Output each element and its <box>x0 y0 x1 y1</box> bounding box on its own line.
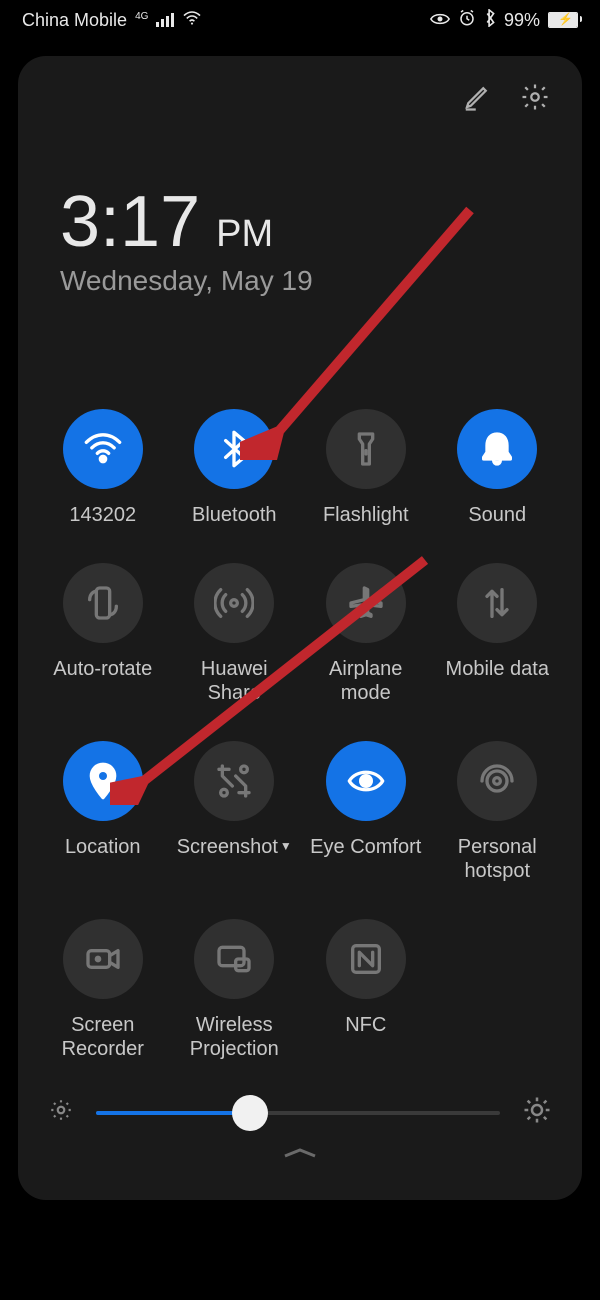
tile-label: NFC <box>345 1013 386 1037</box>
wifi-icon <box>63 409 143 489</box>
ampm-text: PM <box>216 213 273 256</box>
tile-label: Wireless Projection <box>174 1013 296 1061</box>
airplane-icon <box>326 563 406 643</box>
tile-label: Mobile data <box>446 657 549 681</box>
carrier-label: China Mobile <box>22 10 127 31</box>
tile-projection[interactable]: Wireless Projection <box>174 919 296 1061</box>
screenshot-icon <box>194 741 274 821</box>
tile-label: Screenshot▼ <box>177 835 292 859</box>
tile-label: Eye Comfort <box>310 835 421 859</box>
tile-label: Flashlight <box>323 503 409 527</box>
projection-icon <box>194 919 274 999</box>
tile-label: Auto-rotate <box>53 657 152 681</box>
sound-icon <box>457 409 537 489</box>
brightness-slider[interactable] <box>42 1095 558 1130</box>
flashlight-icon <box>326 409 406 489</box>
settings-icon[interactable] <box>520 82 550 117</box>
tile-hotspot[interactable]: Personal hotspot <box>437 741 559 883</box>
tile-sound[interactable]: Sound <box>437 409 559 527</box>
quick-settings-panel: 3:17 PM Wednesday, May 19 143202 Bluetoo… <box>18 56 582 1200</box>
tile-label: Huawei Share <box>174 657 296 705</box>
tile-airplane[interactable]: Airplane mode <box>305 563 427 705</box>
autorotate-icon <box>63 563 143 643</box>
eye-status-icon <box>430 10 450 31</box>
date-text: Wednesday, May 19 <box>60 265 558 297</box>
hotspot-icon <box>457 741 537 821</box>
tile-label: Location <box>65 835 141 859</box>
time-text: 3:17 <box>60 181 200 263</box>
brightness-high-icon <box>522 1095 552 1130</box>
battery-pct: 99% <box>504 10 540 31</box>
tile-label: Airplane mode <box>305 657 427 705</box>
tile-mobiledata[interactable]: Mobile data <box>437 563 559 705</box>
battery-icon: ⚡ <box>548 12 578 28</box>
bluetooth-icon <box>194 409 274 489</box>
tile-eyecomfort[interactable]: Eye Comfort <box>305 741 427 883</box>
tile-label: 143202 <box>69 503 136 527</box>
tile-label: Personal hotspot <box>437 835 559 883</box>
brightness-low-icon <box>48 1097 74 1128</box>
edit-icon[interactable] <box>462 82 492 117</box>
brightness-thumb[interactable] <box>232 1095 268 1131</box>
clock-block: 3:17 PM Wednesday, May 19 <box>60 181 558 297</box>
tile-flashlight[interactable]: Flashlight <box>305 409 427 527</box>
mobiledata-icon <box>457 563 537 643</box>
recorder-icon <box>63 919 143 999</box>
bluetooth-status-icon <box>484 9 496 32</box>
location-icon <box>63 741 143 821</box>
tile-huaweishare[interactable]: Huawei Share <box>174 563 296 705</box>
tile-label: Screen Recorder <box>42 1013 164 1061</box>
tile-bluetooth[interactable]: Bluetooth <box>174 409 296 527</box>
alarm-status-icon <box>458 9 476 32</box>
status-bar: China Mobile 4G 99% ⚡ <box>0 0 600 40</box>
tile-location[interactable]: Location <box>42 741 164 883</box>
tile-label: Sound <box>468 503 526 527</box>
network-badge: 4G <box>135 11 148 22</box>
tile-nfc[interactable]: NFC <box>305 919 427 1061</box>
tile-label: Bluetooth <box>192 503 277 527</box>
wifi-status-icon <box>182 10 202 31</box>
tile-screenshot[interactable]: Screenshot▼ <box>174 741 296 883</box>
nfc-icon <box>326 919 406 999</box>
brightness-track[interactable] <box>96 1111 500 1115</box>
eyecomfort-icon <box>326 741 406 821</box>
tile-wifi[interactable]: 143202 <box>42 409 164 527</box>
toggle-grid: 143202 Bluetooth Flashlight Sound <box>42 409 558 1061</box>
panel-drag-handle[interactable] <box>42 1146 558 1160</box>
huaweishare-icon <box>194 563 274 643</box>
tile-autorotate[interactable]: Auto-rotate <box>42 563 164 705</box>
tile-recorder[interactable]: Screen Recorder <box>42 919 164 1061</box>
signal-icon <box>156 13 174 27</box>
